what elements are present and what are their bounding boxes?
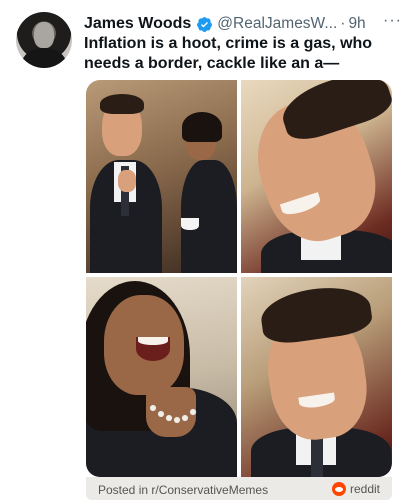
media-grid[interactable] [86, 80, 392, 477]
media-image-2[interactable] [241, 80, 392, 273]
media-image-1[interactable] [86, 80, 237, 273]
reddit-logo-icon [331, 482, 346, 496]
tweet-timestamp[interactable]: 9h [348, 15, 365, 33]
media-image-3[interactable] [86, 277, 237, 477]
verified-badge-icon [197, 16, 213, 32]
more-options-icon[interactable]: ··· [383, 12, 402, 30]
author-name[interactable]: James Woods [84, 15, 191, 33]
media-image-4[interactable] [241, 277, 392, 477]
separator-dot: · [340, 15, 346, 32]
posted-in-label[interactable]: Posted in r/ConservativeMemes [98, 483, 268, 497]
reddit-label: reddit [349, 482, 380, 496]
reddit-watermark: reddit [331, 482, 380, 496]
author-avatar[interactable] [16, 12, 72, 68]
tweet-header: James Woods @RealJamesW... · 9h ··· [84, 12, 404, 34]
tweet-text: Inflation is a hoot, crime is a gas, who… [84, 35, 373, 72]
author-handle[interactable]: @RealJamesW... [217, 15, 337, 33]
source-footer: Posted in r/ConservativeMemes reddit [86, 477, 392, 500]
